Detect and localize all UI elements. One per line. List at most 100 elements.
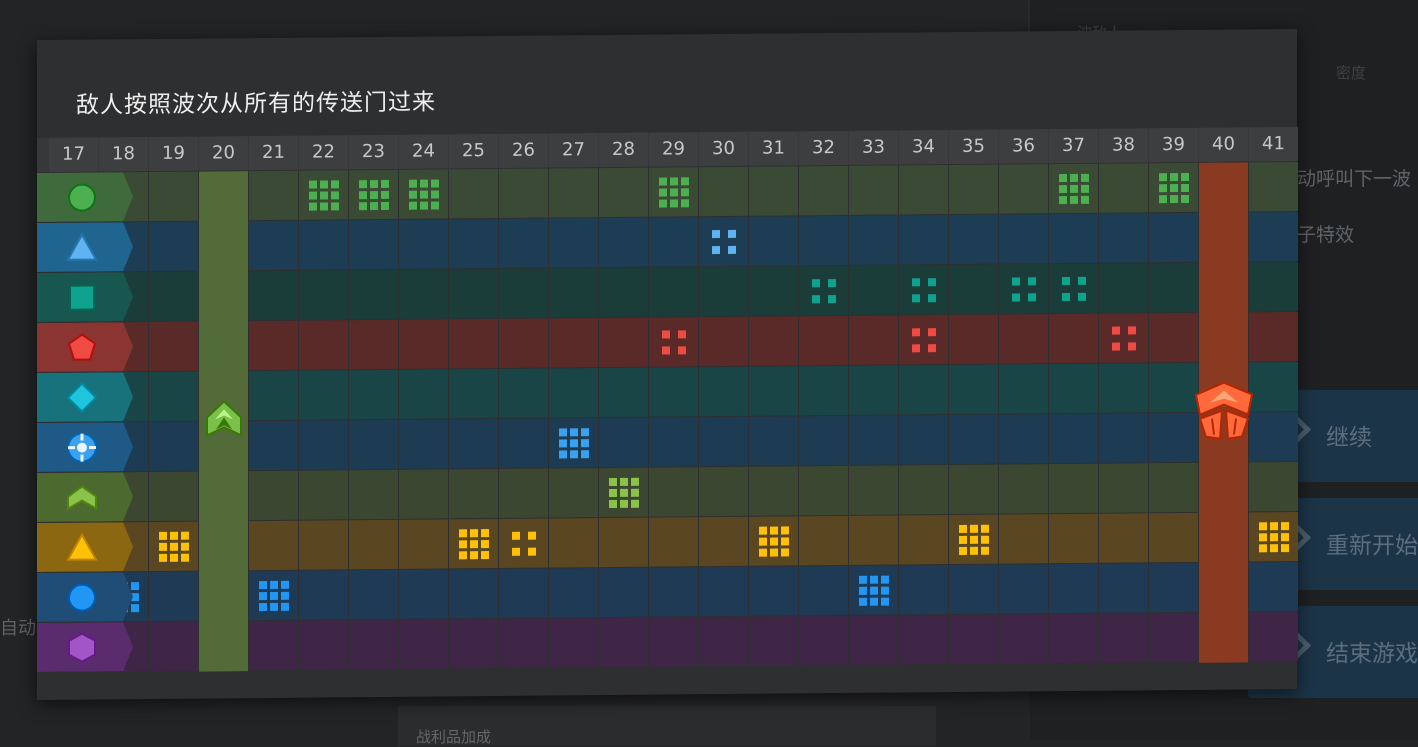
wave-cell [349, 470, 398, 519]
wave-cell [399, 419, 448, 468]
wave-cell [399, 619, 448, 668]
enemy-type-label [37, 322, 133, 372]
wave-cell [899, 215, 948, 264]
wave-cell [649, 467, 698, 516]
enemy-type-label [37, 622, 133, 672]
wave-cell [299, 570, 348, 619]
wave-cell [1049, 214, 1098, 263]
wave-cell [499, 569, 548, 618]
wave-cell [399, 319, 448, 368]
enemy-count-marker [1012, 277, 1036, 301]
crosshair-icon [65, 430, 99, 464]
square-icon [65, 280, 99, 314]
wave-cell [999, 314, 1048, 363]
wave-cell [599, 368, 648, 417]
wave-cell [349, 370, 398, 419]
wave-cell [349, 570, 398, 619]
wave-cell [1249, 262, 1298, 311]
enemy-count-marker [859, 575, 889, 605]
wave-cell [1099, 263, 1148, 312]
wave-cell [1249, 162, 1298, 211]
wave-cell [249, 371, 298, 420]
wave-number-23: 23 [349, 135, 398, 169]
wave-cell [1149, 213, 1198, 262]
wave-cell [799, 516, 848, 565]
wave-cell [299, 470, 348, 519]
wave-cell [299, 520, 348, 569]
wave-cell [549, 468, 598, 517]
wave-cell [1149, 263, 1198, 312]
wave-cell [1149, 413, 1198, 462]
enemy-count-marker [309, 180, 339, 210]
wave-number-35: 35 [949, 130, 998, 164]
wave-cell [1049, 564, 1098, 613]
wave-cell [499, 319, 548, 368]
enemy-row [37, 612, 1297, 672]
wave-cell [599, 418, 648, 467]
wave-cell [549, 318, 598, 367]
wave-cell [749, 566, 798, 615]
wave-cell [649, 417, 698, 466]
wave-cell [699, 267, 748, 316]
wave-number-27: 27 [549, 133, 598, 167]
wave-cell [1049, 364, 1098, 413]
enemy-count-marker [259, 580, 289, 610]
wave-cell [249, 321, 298, 370]
wave-cell [149, 472, 198, 521]
wave-cell [1249, 312, 1298, 361]
wave-cell [649, 367, 698, 416]
enemy-type-label [37, 172, 133, 222]
chevron-icon [65, 480, 99, 514]
wave-number-30: 30 [699, 132, 748, 166]
wave-cell [449, 169, 498, 218]
wave-cell [899, 515, 948, 564]
wave-cell [1249, 212, 1298, 261]
wave-cell [949, 415, 998, 464]
wave-cell [499, 419, 548, 468]
wave-cell [399, 519, 448, 568]
wave-schedule-panel: 敌人按照波次从所有的传送门过来 171819202122232425262728… [37, 29, 1297, 700]
wave-number-39: 39 [1149, 128, 1198, 162]
wave-cell [499, 169, 548, 218]
wave-cell [249, 221, 298, 270]
wave-cell [999, 564, 1048, 613]
diamond-icon [65, 380, 99, 414]
enemy-type-label [37, 422, 133, 472]
enemy-count-marker [1159, 172, 1189, 202]
wave-cell [749, 416, 798, 465]
wave-cell [1049, 464, 1098, 513]
wave-cell [849, 165, 898, 214]
enemy-count-marker [609, 477, 639, 507]
panel-title: 敌人按照波次从所有的传送门过来 [76, 83, 436, 120]
wave-cell [699, 467, 748, 516]
wave-cell [949, 615, 998, 664]
wave-number-21: 21 [249, 136, 298, 170]
wave-cell [1099, 613, 1148, 662]
wave-cell [699, 567, 748, 616]
wave-cell [399, 369, 448, 418]
wave-cell [1049, 314, 1098, 363]
wave-cell [949, 165, 998, 214]
wave-cell [849, 615, 898, 664]
enemy-count-marker [1112, 326, 1136, 350]
enemy-count-marker [759, 526, 789, 556]
wave-cell [999, 614, 1048, 663]
wave-cell [749, 366, 798, 415]
wave-cell [249, 621, 298, 670]
wave-cell [1099, 163, 1148, 212]
wave-cell [1099, 213, 1148, 262]
bg-label-density: 密度 [1336, 62, 1366, 83]
wave-cell [849, 215, 898, 264]
wave-cell [449, 319, 498, 368]
wave-number-20: 20 [199, 136, 248, 170]
wave-number-32: 32 [799, 131, 848, 165]
enemy-type-label [37, 272, 133, 322]
bonus-label: 战利品加成 [416, 726, 491, 747]
wave-cell [1149, 513, 1198, 562]
wave-cell [649, 217, 698, 266]
wave-cell [849, 415, 898, 464]
wave-cell [999, 214, 1048, 263]
wave-cell [299, 220, 348, 269]
wave-cell [1099, 363, 1148, 412]
wave-cell [899, 465, 948, 514]
